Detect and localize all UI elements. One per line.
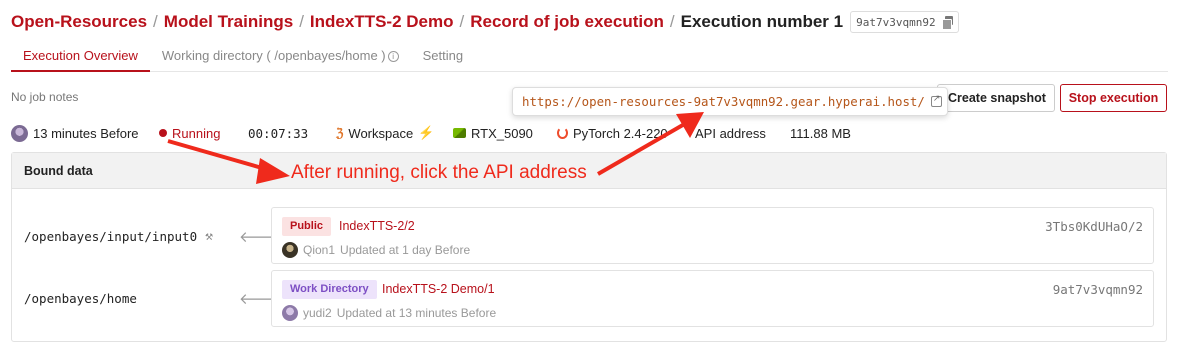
started-text: 13 minutes Before	[33, 125, 139, 141]
breadcrumb-separator: /	[153, 12, 158, 31]
dataset-user: Qion1	[303, 243, 336, 257]
status-badge: Running	[159, 124, 220, 142]
annotation-text: After running, click the API address	[291, 162, 587, 183]
workdir-meta: yudi2 Updated at 13 minutes Before	[282, 305, 496, 321]
job-notes: No job notes	[11, 90, 79, 104]
dataset-meta: Qion1 Updated at 1 day Before	[282, 242, 470, 258]
mount-path-home: /openbayes/home	[24, 291, 137, 306]
gpu-text: RTX_5090	[471, 125, 533, 141]
copy-icon[interactable]	[941, 16, 953, 30]
workdir-id: 9at7v3vqmn92	[1052, 282, 1143, 297]
tools-icon[interactable]: ⚒	[205, 229, 213, 244]
breadcrumb-link-job-record[interactable]: Record of job execution	[470, 12, 664, 32]
job-id-badge: 9at7v3vqmn92	[850, 11, 959, 33]
status-row: 13 minutes Before Running 00:07:33 ℨ Wor…	[11, 124, 1168, 142]
running-text: Running	[172, 125, 221, 141]
pytorch-icon	[557, 127, 568, 139]
breadcrumb-link-open-resources[interactable]: Open-Resources	[11, 12, 147, 32]
info-icon[interactable]: i	[387, 51, 399, 62]
breadcrumb: Open-Resources / Model Trainings / Index…	[11, 10, 959, 34]
tab-working-directory[interactable]: Working directory ( /openbayes/home ) i	[150, 44, 411, 72]
size-text: 111.88 MB	[790, 125, 851, 141]
api-url-popover: https://open-resources-9at7v3vqmn92.gear…	[512, 87, 948, 116]
framework-text: PyTorch 2.4-220	[573, 125, 668, 141]
work-directory-tag: Work Directory	[282, 280, 377, 299]
breadcrumb-link-project[interactable]: IndexTTS-2 Demo	[310, 12, 454, 32]
mount-path-text: /openbayes/home	[24, 291, 137, 306]
running-dot-icon	[159, 129, 167, 137]
page-title: Execution number 1	[680, 12, 844, 31]
bound-workdir-card[interactable]: Work Directory IndexTTS-2 Demo/1 9at7v3v…	[271, 270, 1154, 327]
external-link-icon[interactable]	[930, 93, 942, 107]
tab-bar: Execution Overview Working directory ( /…	[11, 44, 1168, 72]
public-tag: Public	[282, 217, 332, 236]
breadcrumb-separator: /	[669, 12, 675, 31]
duration-text: 00:07:33	[248, 125, 309, 141]
dataset-id: 3Tbs0KdUHaO/2	[1045, 219, 1143, 234]
create-snapshot-button[interactable]: Create snapshot	[937, 84, 1055, 112]
avatar	[282, 305, 298, 321]
stop-execution-button[interactable]: Stop execution	[1060, 84, 1167, 112]
breadcrumb-link-model-trainings[interactable]: Model Trainings	[164, 12, 293, 32]
breadcrumb-separator: /	[299, 12, 304, 31]
api-address-text: API address	[695, 125, 766, 141]
status-started: 13 minutes Before	[11, 124, 139, 142]
dataset-updated: Updated at 1 day Before	[340, 243, 471, 257]
workspace-icon: ℨ	[336, 126, 344, 140]
workspace-text: Workspace	[348, 125, 414, 141]
tab-working-directory-label: Working directory ( /openbayes/home )	[161, 48, 386, 63]
bound-data-title: Bound data	[12, 153, 1166, 189]
breadcrumb-separator: /	[459, 12, 465, 31]
dataset-name-link[interactable]: IndexTTS-2/2	[339, 219, 415, 233]
workdir-user: yudi2	[303, 306, 332, 320]
tab-execution-overview[interactable]: Execution Overview	[11, 44, 150, 72]
bound-data-panel: Bound data /openbayes/input/input0 ⚒ 🡐 P…	[11, 152, 1167, 342]
avatar	[282, 242, 298, 258]
nvidia-icon	[453, 128, 466, 138]
avatar	[11, 124, 28, 142]
api-url-link[interactable]: https://open-resources-9at7v3vqmn92.gear…	[522, 94, 925, 109]
api-address-link[interactable]: API address	[695, 124, 766, 142]
workdir-updated: Updated at 13 minutes Before	[336, 306, 497, 320]
workspace-item: ℨ Workspace ⚡	[336, 124, 434, 142]
tab-setting[interactable]: Setting	[411, 44, 475, 72]
framework-item: PyTorch 2.4-220	[557, 124, 668, 142]
mount-path-input: /openbayes/input/input0 ⚒	[24, 229, 213, 244]
mount-path-text: /openbayes/input/input0	[24, 229, 198, 244]
gpu-item: RTX_5090	[453, 124, 533, 142]
workdir-name-link[interactable]: IndexTTS-2 Demo/1	[382, 282, 495, 296]
lightning-icon: ⚡	[418, 125, 435, 140]
job-id-text: 9at7v3vqmn92	[856, 15, 936, 29]
bound-dataset-card[interactable]: Public IndexTTS-2/2 3Tbs0KdUHaO/2 Qion1 …	[271, 207, 1154, 264]
